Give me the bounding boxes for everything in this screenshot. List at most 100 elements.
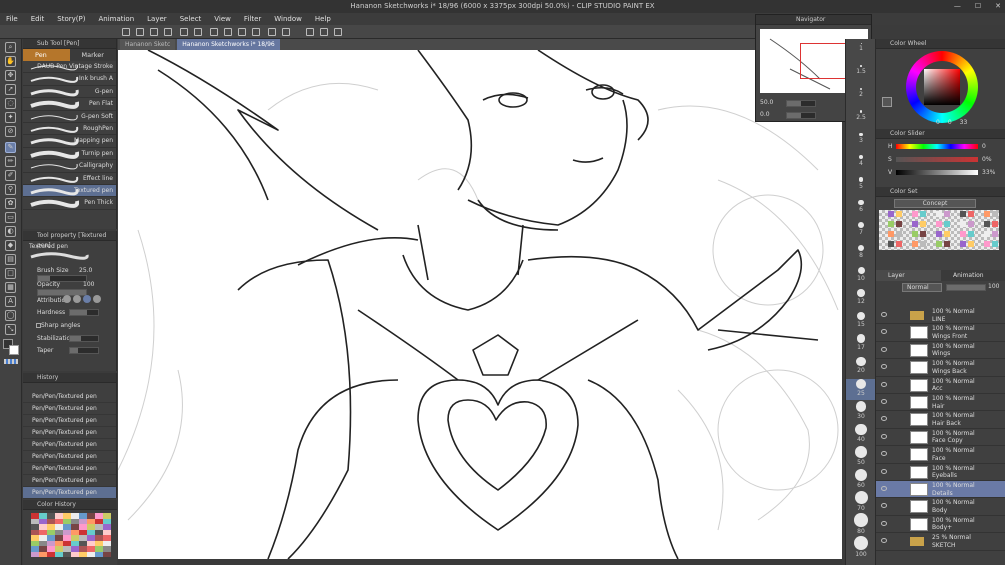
minimize-icon[interactable]: — <box>954 0 961 13</box>
color-slider-track[interactable] <box>896 170 978 175</box>
brush-size-preset[interactable]: 20 <box>846 356 876 378</box>
visibility-eye-icon[interactable] <box>881 346 887 352</box>
color-swatch[interactable] <box>952 231 958 237</box>
move-tool-icon[interactable]: ✥ <box>5 70 16 81</box>
history-item[interactable]: Pen/Pen/Textured pen <box>23 391 116 403</box>
color-value-s[interactable]: 0 <box>948 119 952 126</box>
color-swatch[interactable] <box>936 211 942 217</box>
menu-layer[interactable]: Layer <box>147 15 167 23</box>
transparent-color-swatch[interactable] <box>4 359 18 364</box>
pen-tool-icon[interactable]: ✎ <box>5 142 16 153</box>
color-swatch[interactable] <box>896 231 902 237</box>
current-color-swatch[interactable] <box>882 97 892 107</box>
visibility-eye-icon[interactable] <box>881 433 887 439</box>
visibility-eye-icon[interactable] <box>881 364 887 370</box>
color-swatch[interactable] <box>87 551 95 557</box>
color-swatch[interactable] <box>55 551 63 557</box>
pencil-tool-icon[interactable]: ✏ <box>5 156 16 167</box>
hardness-slider[interactable] <box>69 309 99 316</box>
layer-folder[interactable]: 25 % Normal SKETCH <box>876 533 1005 551</box>
history-item[interactable]: Pen/Pen/Textured pen <box>23 439 116 451</box>
tab-layer[interactable]: Layer <box>876 270 941 281</box>
color-swatch[interactable] <box>952 221 958 227</box>
brush-tool-icon[interactable]: ✐ <box>5 170 16 181</box>
visibility-eye-icon[interactable] <box>881 399 887 404</box>
layer-item[interactable]: 100 % Normal Body+ <box>876 516 1005 534</box>
menu-select[interactable]: Select <box>180 15 202 23</box>
color-swatch[interactable] <box>992 211 998 217</box>
snap-grid-icon[interactable] <box>334 28 342 36</box>
layer-item[interactable]: 100 % Normal Wings Back <box>876 359 1005 377</box>
layer-item[interactable]: 100 % Normal Hair <box>876 394 1005 412</box>
brush-size-preset[interactable]: 1 <box>846 43 876 64</box>
color-value-h[interactable]: 0 <box>936 119 940 126</box>
brush-size-preset[interactable]: 17 <box>846 334 876 355</box>
navigator-rotation[interactable]: 0.0 <box>760 111 770 118</box>
color-swatch[interactable] <box>944 231 950 237</box>
color-swatch[interactable] <box>912 241 918 247</box>
color-wheel-ring[interactable] <box>906 51 978 123</box>
brush-item[interactable]: Effect line <box>23 173 116 185</box>
canvas[interactable] <box>118 50 842 559</box>
new-file-icon[interactable] <box>122 28 130 36</box>
brush-item[interactable]: Pen Flat <box>23 98 116 111</box>
brush-size-preset[interactable]: 60 <box>846 468 876 490</box>
eyedropper-tool-icon[interactable]: ⊘ <box>5 126 16 137</box>
history-item[interactable]: Pen/Pen/Textured pen <box>23 427 116 439</box>
color-set-dropdown[interactable]: Concept <box>894 199 976 208</box>
taper-slider[interactable] <box>69 347 99 354</box>
history-item[interactable]: Pen/Pen/Textured pen <box>23 403 116 415</box>
color-swatch[interactable] <box>960 221 966 227</box>
layer-item[interactable]: 100 % Normal Body <box>876 498 1005 516</box>
layer-item[interactable]: 100 % Normal Face <box>876 446 1005 464</box>
history-item[interactable]: Pen/Pen/Textured pen <box>23 487 116 499</box>
layer-item[interactable]: 100 % Normal Wings <box>876 342 1005 360</box>
color-swatch[interactable] <box>920 241 926 247</box>
history-item[interactable]: Pen/Pen/Textured pen <box>23 415 116 427</box>
navigator-zoom-slider[interactable] <box>786 100 816 107</box>
visibility-eye-icon[interactable] <box>881 486 887 491</box>
tab-marker[interactable]: Marker <box>70 49 117 61</box>
transform-icon[interactable] <box>224 28 232 36</box>
doc-tab-2[interactable]: Hananon Sketchworks i* 18/96 <box>177 39 280 50</box>
color-swatch[interactable] <box>992 221 998 227</box>
brush-size-preset[interactable]: 6 <box>846 199 876 221</box>
color-swatch[interactable] <box>984 231 990 237</box>
brush-item[interactable]: Calligraphy <box>23 160 116 173</box>
color-swatch[interactable] <box>928 231 934 237</box>
layer-item[interactable]: 100 % Normal Hair Back <box>876 411 1005 429</box>
color-swatch[interactable] <box>968 231 974 237</box>
visibility-eye-icon[interactable] <box>881 329 887 335</box>
brush-size-preset[interactable]: 12 <box>846 289 876 310</box>
color-swatch[interactable] <box>912 221 918 227</box>
menu-window[interactable]: Window <box>274 15 302 23</box>
brush-size-preset[interactable]: 10 <box>846 267 876 288</box>
menu-story[interactable]: Story(P) <box>57 15 85 23</box>
layer-item[interactable]: 100 % Normal Details <box>876 481 1005 499</box>
color-swatch[interactable] <box>888 211 894 217</box>
brush-size-preset[interactable]: 2 <box>846 87 876 109</box>
decoration-tool-icon[interactable]: ✿ <box>5 198 16 209</box>
color-swatch[interactable] <box>992 231 998 237</box>
color-swatch[interactable] <box>952 211 958 217</box>
brush-item[interactable]: G-pen Soft <box>23 111 116 123</box>
color-swatch[interactable] <box>928 241 934 247</box>
color-slider-track[interactable] <box>896 144 978 149</box>
color-swatch[interactable] <box>936 241 942 247</box>
brush-size-preset[interactable]: 1.5 <box>846 65 876 86</box>
color-swatch[interactable] <box>896 221 902 227</box>
color-swatch[interactable] <box>920 231 926 237</box>
layer-folder[interactable]: 100 % Normal LINE <box>876 307 1005 325</box>
menu-filter[interactable]: Filter <box>244 15 261 23</box>
menu-view[interactable]: View <box>214 15 231 23</box>
navigator-rotation-slider[interactable] <box>786 112 816 119</box>
operation-tool-icon[interactable]: ➚ <box>5 84 16 95</box>
color-swatch[interactable] <box>904 231 910 237</box>
zoom-tool-icon[interactable]: ⌕ <box>5 42 16 53</box>
brush-size-preset[interactable]: 100 <box>846 535 876 558</box>
color-swatch[interactable] <box>904 211 910 217</box>
color-swatch[interactable] <box>888 231 894 237</box>
color-swatch[interactable] <box>79 551 87 557</box>
figure-tool-icon[interactable]: □ <box>5 268 16 279</box>
brush-size-preset[interactable]: 3 <box>846 132 876 154</box>
